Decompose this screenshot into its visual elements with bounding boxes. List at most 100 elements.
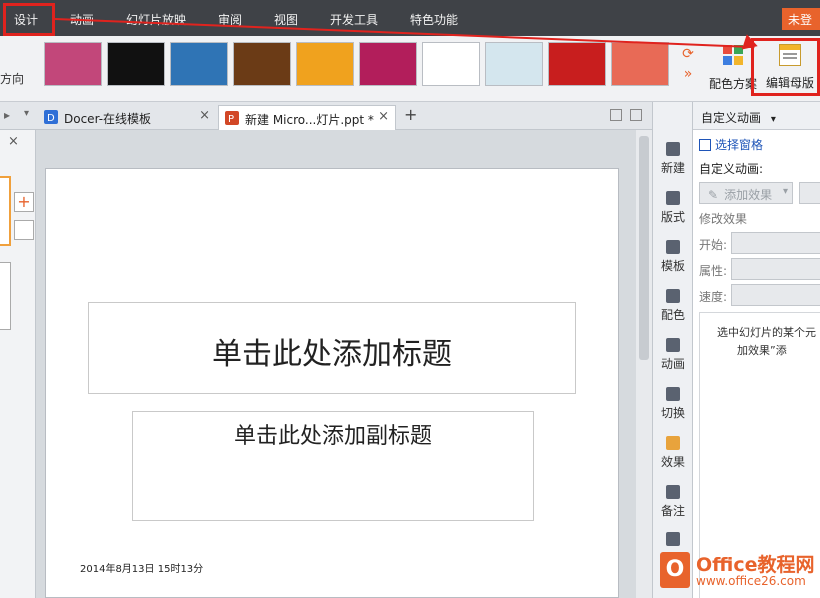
- rail-label: 动画: [660, 357, 685, 371]
- menu-special-features[interactable]: 特色功能: [410, 11, 458, 28]
- document-tabs: ▸ ▾ D Docer-在线模板 × P 新建 Micro...灯片.ppt *…: [0, 102, 652, 130]
- office-logo-icon: O: [660, 552, 690, 588]
- svg-text:P: P: [228, 114, 234, 125]
- rail-label: 效果: [660, 455, 685, 469]
- rail-transition[interactable]: 切换: [653, 387, 693, 421]
- rail-effects[interactable]: 效果: [653, 436, 693, 470]
- selection-pane-label: 选择窗格: [715, 138, 764, 152]
- maximize-window-icon[interactable]: [630, 109, 642, 121]
- speed-label: 速度:: [699, 290, 728, 304]
- tab-presentation[interactable]: P 新建 Micro...灯片.ppt * ×: [218, 105, 396, 130]
- hint-line: 加效果”添: [737, 344, 787, 357]
- rail-animation[interactable]: 动画: [653, 338, 693, 372]
- rail-template[interactable]: 模板: [653, 240, 693, 274]
- start-select[interactable]: [731, 232, 820, 254]
- close-icon[interactable]: ×: [378, 109, 389, 124]
- rail-label: 模板: [660, 259, 685, 273]
- menu-developer[interactable]: 开发工具: [330, 11, 378, 28]
- new-icon: [666, 142, 680, 156]
- ribbon-design: 方向 ⟳ » 配色方案 编辑母版: [0, 36, 820, 102]
- selection-pane-icon: [699, 139, 711, 151]
- property-field: 属性:: [699, 258, 820, 280]
- pane-title: 自定义动画: [701, 111, 762, 125]
- tab-docer[interactable]: D Docer-在线模板 ×: [38, 105, 216, 130]
- subtitle-placeholder[interactable]: 单击此处添加副标题: [132, 411, 534, 521]
- speed-select[interactable]: [731, 284, 820, 306]
- menu-view[interactable]: 视图: [274, 11, 298, 28]
- tab-label: 新建 Micro...灯片.ppt *: [245, 113, 374, 127]
- rail-label: 新建: [660, 161, 685, 175]
- refresh-icon[interactable]: ⟳: [678, 44, 698, 64]
- ppt-file-icon: P: [225, 111, 239, 125]
- svg-text:D: D: [47, 113, 55, 124]
- theme-thumbnail[interactable]: [44, 42, 102, 86]
- rail-new[interactable]: 新建: [653, 142, 693, 176]
- close-icon[interactable]: ×: [199, 108, 210, 123]
- date-placeholder[interactable]: 2014年8月13日 15时13分: [80, 563, 210, 577]
- chevron-down-icon: ▾: [782, 186, 788, 197]
- template-icon: [666, 240, 680, 254]
- rail-label: 备注: [660, 504, 685, 518]
- slide-thumbnail-selected[interactable]: [0, 176, 11, 246]
- slide[interactable]: 单击此处添加标题 单击此处添加副标题 2014年8月13日 15时13分: [45, 168, 619, 598]
- logo-title: Office教程网: [696, 554, 815, 576]
- new-slide-layout-icon[interactable]: [14, 220, 34, 240]
- tab-list-dropdown-icon[interactable]: ▾: [24, 108, 29, 119]
- menu-slideshow[interactable]: 幻灯片放映: [126, 11, 186, 28]
- add-effect-button[interactable]: ✎ 添加效果 ▾: [699, 182, 793, 204]
- add-slide-button[interactable]: +: [14, 192, 34, 212]
- modify-effect-label: 修改效果: [699, 212, 748, 226]
- theme-thumbnail[interactable]: [107, 42, 165, 86]
- chevron-down-icon[interactable]: ▾: [771, 114, 776, 125]
- property-select[interactable]: [731, 258, 820, 280]
- custom-animation-label: 自定义动画:: [699, 162, 764, 176]
- rail-color[interactable]: 配色: [653, 289, 693, 323]
- wps-presentation-window: 设计 动画 幻灯片放映 审阅 视图 开发工具 特色功能 未登 方向 ⟳ » 配色…: [0, 0, 820, 598]
- theme-thumbnail[interactable]: [485, 42, 543, 86]
- layout-icon: [666, 191, 680, 205]
- rail-layout[interactable]: 版式: [653, 191, 693, 225]
- notes-icon: [666, 485, 680, 499]
- highlight-edit-master: [751, 38, 820, 96]
- title-placeholder[interactable]: 单击此处添加标题: [88, 302, 576, 394]
- task-pane-rail: 新建 版式 模板 配色 动画 切换 效果 备注: [652, 102, 692, 598]
- start-label: 开始:: [699, 238, 728, 252]
- expand-icon[interactable]: »: [678, 64, 698, 84]
- close-icon[interactable]: ×: [8, 134, 19, 149]
- tab-nav-left-icon[interactable]: ▸: [4, 108, 10, 122]
- tab-label: Docer-在线模板: [64, 112, 152, 126]
- docer-icon: D: [44, 110, 58, 124]
- pencil-icon: ✎: [708, 188, 719, 202]
- slide-thumbnail-pane: × +: [0, 130, 36, 598]
- theme-thumbnail[interactable]: [611, 42, 669, 86]
- login-button[interactable]: 未登: [782, 8, 820, 30]
- slide-orientation-label[interactable]: 方向: [0, 70, 24, 87]
- theme-thumbnail[interactable]: [233, 42, 291, 86]
- selection-pane-link[interactable]: 选择窗格: [699, 136, 763, 153]
- vertical-scrollbar[interactable]: [636, 130, 652, 598]
- slide-thumbnail[interactable]: [0, 262, 11, 330]
- rail-link[interactable]: [653, 532, 693, 549]
- slide-canvas: 单击此处添加标题 单击此处添加副标题 2014年8月13日 15时13分: [36, 130, 636, 598]
- new-tab-icon[interactable]: +: [404, 105, 417, 124]
- pane-header[interactable]: 自定义动画 ▾: [693, 102, 820, 130]
- scrollbar-thumb[interactable]: [639, 136, 649, 360]
- highlight-design-tab: [3, 3, 55, 36]
- theme-thumbnail[interactable]: [548, 42, 606, 86]
- animation-hint: 选中幻灯片的某个元 加效果”添: [699, 324, 820, 360]
- office26-logo: O Office教程网 www.office26.com: [660, 550, 820, 598]
- restore-window-icon[interactable]: [610, 109, 622, 121]
- logo-url: www.office26.com: [696, 574, 806, 588]
- delete-effect-button[interactable]: [799, 182, 820, 204]
- theme-thumbnail[interactable]: [422, 42, 480, 86]
- theme-thumbnail[interactable]: [296, 42, 354, 86]
- theme-thumbnail[interactable]: [170, 42, 228, 86]
- theme-thumbnail[interactable]: [359, 42, 417, 86]
- rail-label: 版式: [660, 210, 685, 224]
- transition-icon: [666, 387, 680, 401]
- rail-label: 切换: [660, 406, 685, 420]
- rail-notes[interactable]: 备注: [653, 485, 693, 519]
- custom-animation-pane: 自定义动画 ▾ 选择窗格 自定义动画: ✎ 添加效果 ▾ 修改效果 开始: 属性:…: [692, 102, 820, 598]
- start-field: 开始:: [699, 232, 820, 254]
- add-effect-label: 添加效果: [724, 188, 773, 202]
